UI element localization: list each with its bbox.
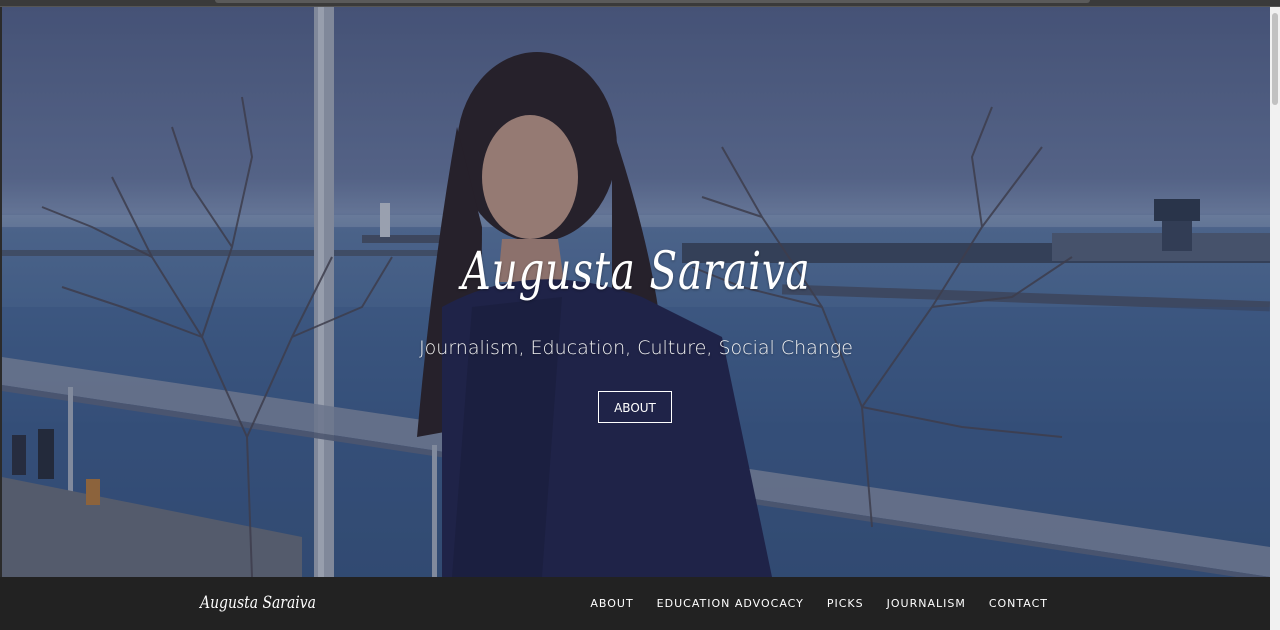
about-button[interactable]: ABOUT <box>598 391 672 423</box>
nav-link-education-advocacy[interactable]: EDUCATION ADVOCACY <box>657 597 804 610</box>
nav-links: ABOUT EDUCATION ADVOCACY PICKS JOURNALIS… <box>590 577 1048 630</box>
brand-logo-link[interactable]: Augusta Saraiva <box>200 593 316 613</box>
address-bar-edge <box>215 0 1090 3</box>
scrollbar-thumb[interactable] <box>1272 13 1278 105</box>
page-scrollbar[interactable] <box>1270 7 1280 630</box>
browser-chrome-strip <box>0 0 1280 7</box>
nav-link-contact[interactable]: CONTACT <box>989 597 1048 610</box>
hero-subtitle: Journalism, Education, Culture, Social C… <box>419 337 853 359</box>
nav-link-journalism[interactable]: JOURNALISM <box>887 597 966 610</box>
hero-section: Augusta Saraiva Journalism, Education, C… <box>2 7 1270 577</box>
hero-title: Augusta Saraiva <box>461 242 811 302</box>
nav-link-about[interactable]: ABOUT <box>590 597 633 610</box>
nav-link-picks[interactable]: PICKS <box>827 597 864 610</box>
navbar: Augusta Saraiva ABOUT EDUCATION ADVOCACY… <box>0 577 1270 630</box>
